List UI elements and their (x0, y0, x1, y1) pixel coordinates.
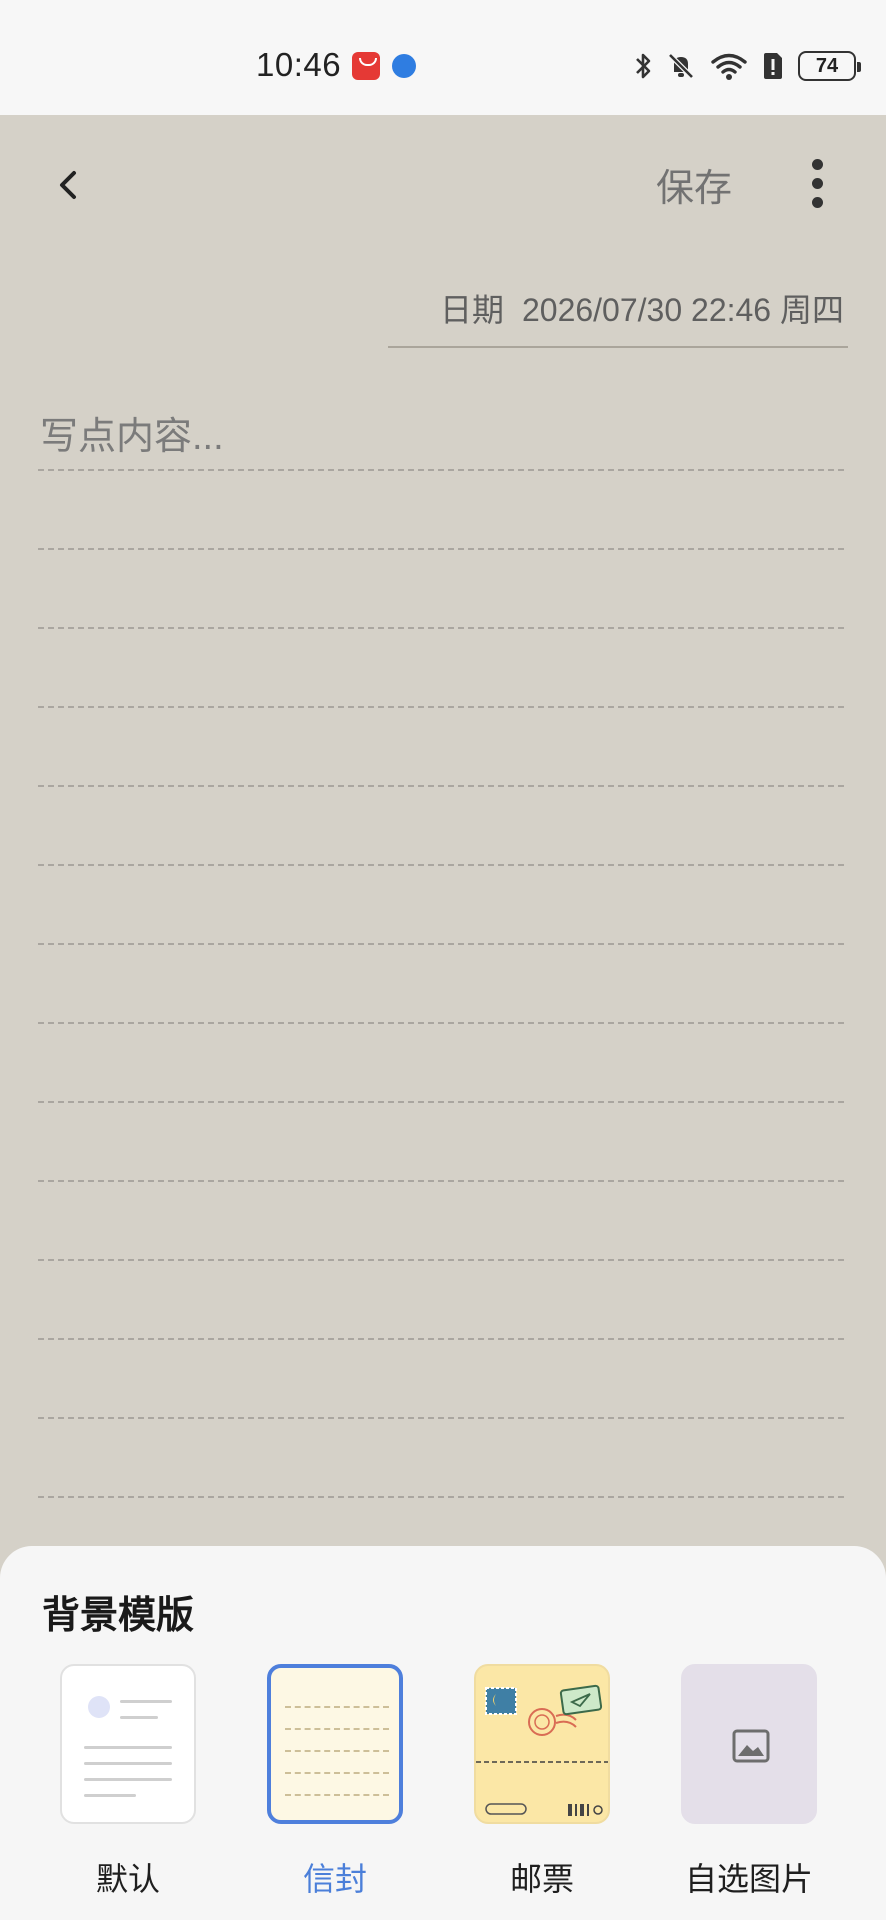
template-custom-image-thumbnail[interactable] (681, 1664, 817, 1824)
ruled-line (38, 1259, 844, 1261)
ruled-line (38, 864, 844, 866)
battery-icon: 74 (798, 51, 861, 81)
huawei-appgallery-icon (352, 52, 380, 80)
ruled-line (38, 1180, 844, 1182)
ruled-line (38, 706, 844, 708)
ruled-line (38, 1338, 844, 1340)
more-options-icon[interactable] (804, 159, 832, 209)
template-label: 信封 (302, 1861, 367, 1897)
template-stamp-thumbnail[interactable] (474, 1664, 610, 1824)
wifi-icon (711, 53, 747, 80)
status-time: 10:46 (256, 46, 342, 83)
ruled-line (38, 943, 844, 945)
stamp-illustration-icon (476, 1684, 608, 1816)
template-default[interactable]: 默认 (60, 1664, 196, 1897)
browser-globe-icon (392, 54, 416, 78)
template-envelope-thumbnail[interactable] (267, 1664, 403, 1824)
date-label: 日期 (439, 292, 504, 328)
template-label: 自选图片 (684, 1861, 813, 1897)
template-default-thumbnail[interactable] (60, 1664, 196, 1824)
sheet-title: 背景模版 (42, 1595, 195, 1637)
template-stamp[interactable]: 邮票 (474, 1664, 610, 1897)
avatar-placeholder-icon (88, 1696, 110, 1718)
chevron-left-icon (60, 171, 76, 199)
date-value: 2026/07/30 22:46 周四 (521, 292, 844, 328)
template-label: 邮票 (509, 1861, 574, 1897)
template-label: 默认 (95, 1861, 160, 1897)
back-button[interactable] (48, 163, 92, 207)
ruled-line (38, 785, 844, 787)
ruled-line (38, 627, 844, 629)
bluetooth-icon (636, 53, 651, 79)
bell-muted-icon (668, 53, 694, 79)
ruled-line (38, 1022, 844, 1024)
ruled-line (38, 548, 844, 550)
status-bar: 10:46 74 (0, 0, 886, 115)
sim-alert-icon (764, 53, 782, 79)
ruled-line (38, 469, 844, 471)
template-envelope[interactable]: 信封 (267, 1664, 403, 1897)
save-button[interactable]: 保存 (656, 157, 732, 212)
battery-level: 74 (815, 54, 839, 77)
ruled-line (38, 1496, 844, 1498)
ruled-line (38, 1101, 844, 1103)
content-input[interactable]: 写点内容... (40, 405, 224, 460)
date-underline (388, 346, 848, 348)
image-icon (732, 1729, 770, 1763)
ruled-line (38, 1417, 844, 1419)
template-custom-image[interactable]: 自选图片 (681, 1664, 817, 1897)
status-icons: 74 (634, 48, 861, 84)
background-template-sheet: 背景模版 默认 信封 邮票 自选图片 (0, 1546, 886, 1920)
date-row[interactable]: 日期 2026/07/30 22:46 周四 (440, 285, 844, 331)
